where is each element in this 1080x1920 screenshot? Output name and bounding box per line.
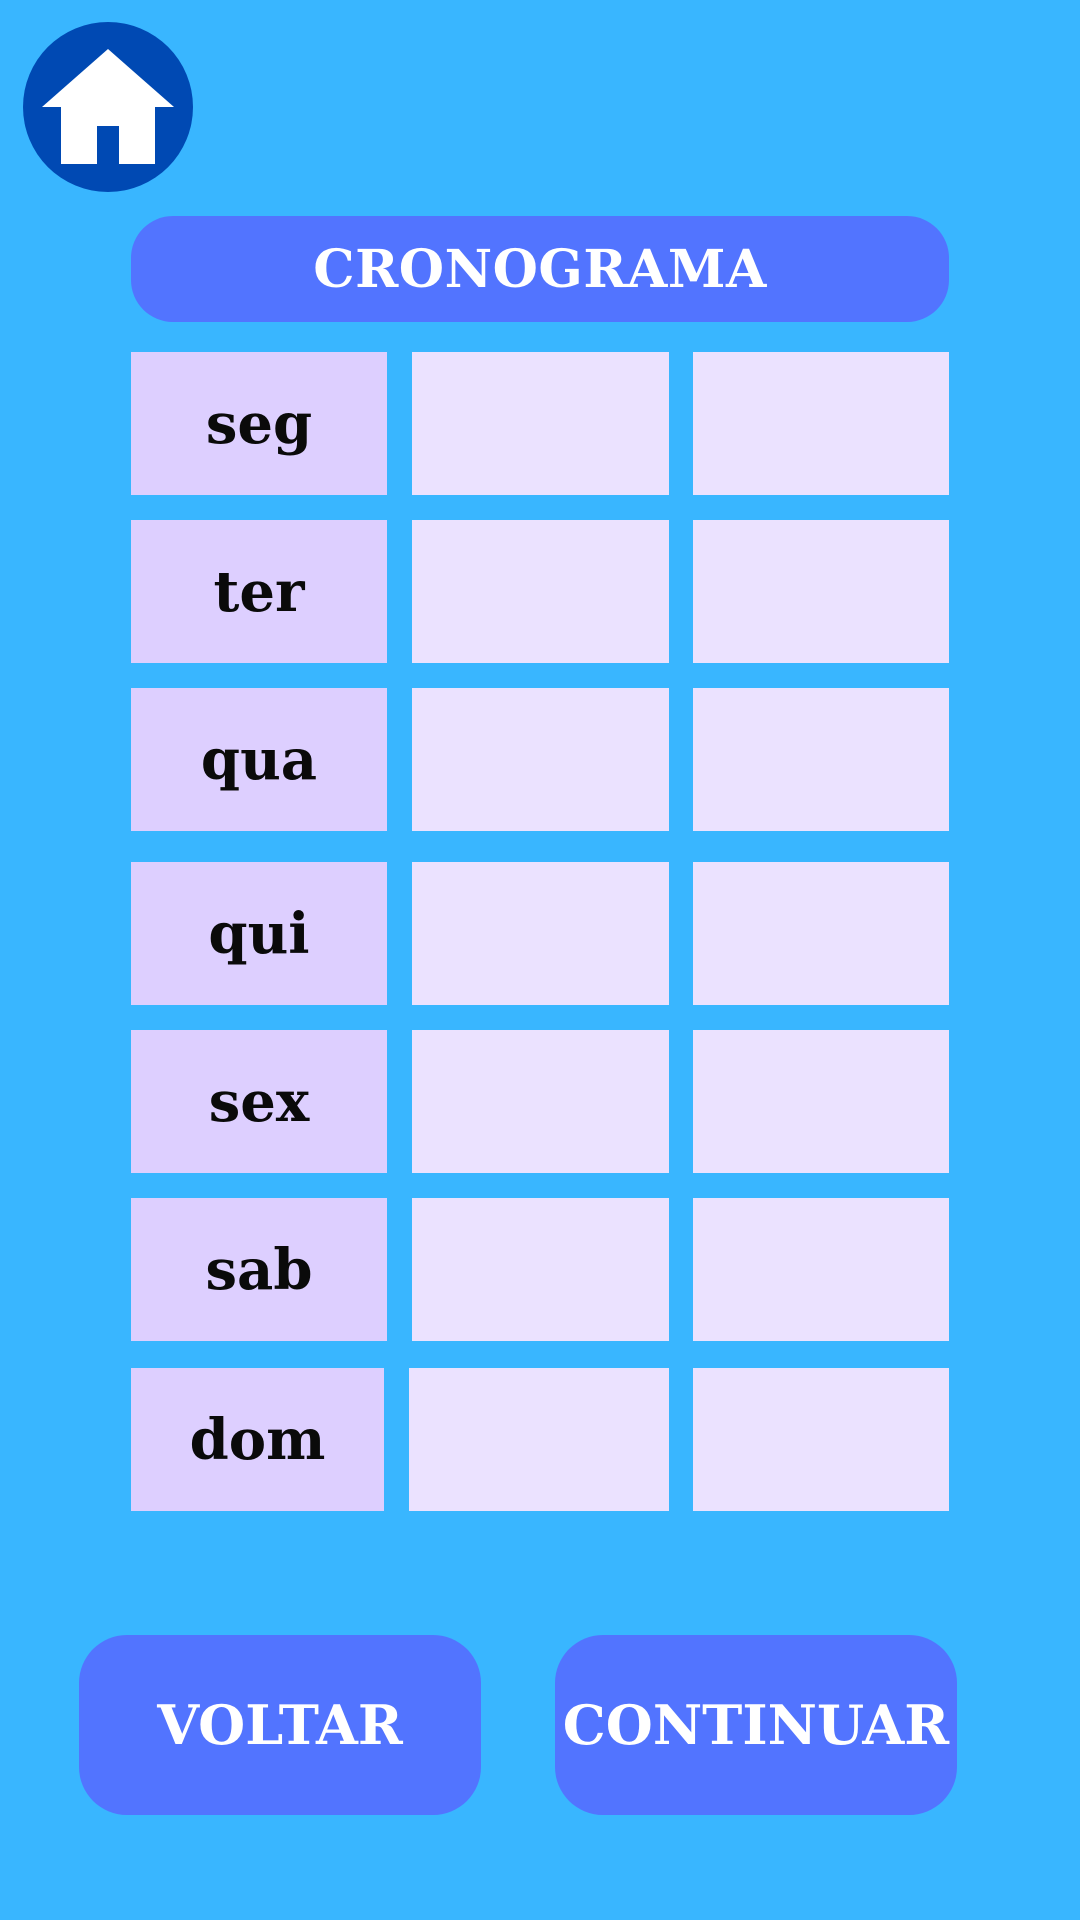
page-title: CRONOGRAMA [131,216,949,322]
schedule-slot[interactable] [412,1030,669,1173]
day-label: dom [131,1368,384,1511]
schedule-row-dom: dom [131,1368,949,1511]
day-label: sex [131,1030,387,1173]
schedule-slot[interactable] [412,352,669,495]
schedule-slot[interactable] [693,862,949,1005]
schedule-slot[interactable] [412,520,669,663]
schedule-slot[interactable] [412,862,669,1005]
schedule-row-qua: qua [131,688,949,831]
schedule-slot[interactable] [693,520,949,663]
schedule-slot[interactable] [409,1368,669,1511]
schedule-slot[interactable] [693,688,949,831]
schedule-row-sex: sex [131,1030,949,1173]
day-label: seg [131,352,387,495]
schedule-row-sab: sab [131,1198,949,1341]
day-label: qua [131,688,387,831]
home-icon [42,49,174,164]
schedule-row-ter: ter [131,520,949,663]
schedule-slot[interactable] [693,1368,949,1511]
day-label: sab [131,1198,387,1341]
day-label: ter [131,520,387,663]
schedule-slot[interactable] [693,1030,949,1173]
day-label: qui [131,862,387,1005]
schedule-slot[interactable] [693,352,949,495]
home-button[interactable] [23,22,193,192]
continue-button[interactable]: CONTINUAR [555,1635,957,1815]
schedule-slot[interactable] [693,1198,949,1341]
schedule-row-qui: qui [131,862,949,1005]
back-button[interactable]: VOLTAR [79,1635,481,1815]
schedule-slot[interactable] [412,688,669,831]
schedule-slot[interactable] [412,1198,669,1341]
schedule-row-seg: seg [131,352,949,495]
